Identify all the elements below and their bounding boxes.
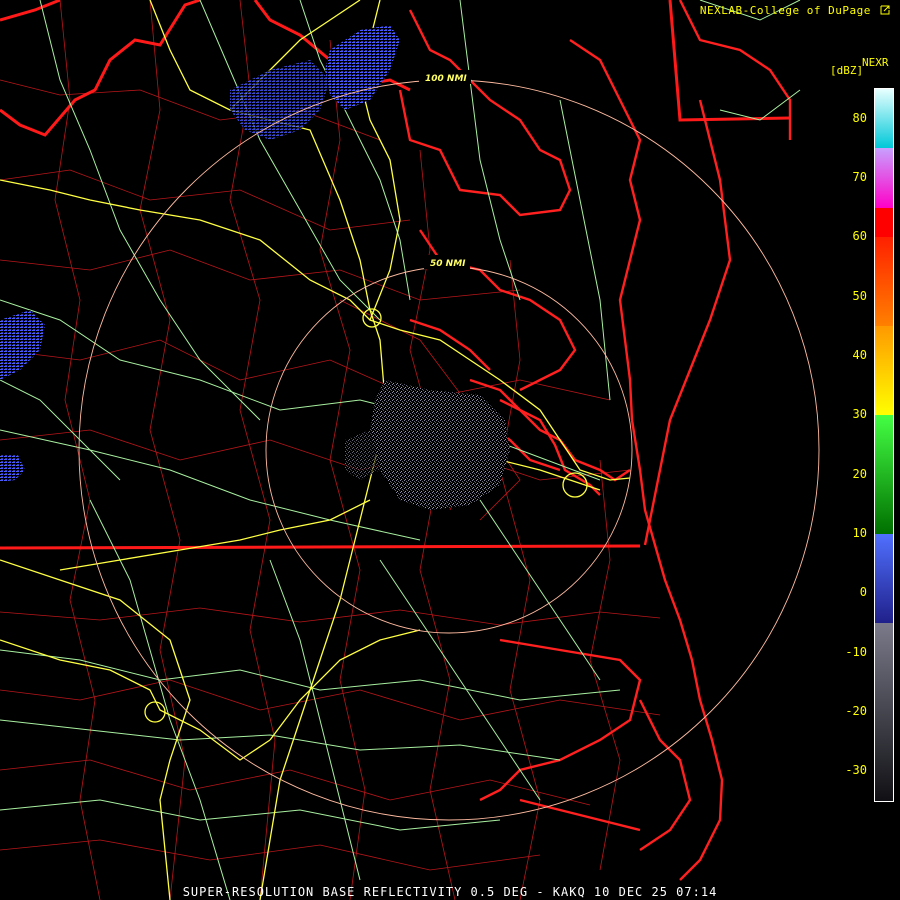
color-scale-segment [875,237,893,327]
echo-area-northwest [230,60,330,140]
credit-text: NEXLAB-College of DuPage [699,4,871,17]
color-scale-segment [875,534,893,623]
color-scale-tick-label: 50 [852,288,867,303]
color-scale-segment [875,326,893,416]
color-scale-tick-label: 60 [852,229,867,244]
color-scale-segment [875,207,893,238]
color-scale-tick-label: -10 [845,644,867,659]
color-scale-tick-label: -30 [845,763,867,778]
legend-product: NEXR [862,56,889,69]
color-scale-segment [875,89,893,149]
range-ring-100-label: 100 NMI [425,74,467,84]
external-link-icon [880,5,890,15]
color-scale-segment [875,415,893,534]
echo-area-west-small [0,455,25,482]
color-scale-tick-label: 10 [852,526,867,540]
product-caption: SUPER-RESOLUTION BASE REFLECTIVITY 0.5 D… [182,885,718,899]
color-scale-bar [874,88,894,802]
range-ring-50-label: 50 NMI [430,259,466,269]
radar-map: 50 NMI 100 NMI [0,0,820,900]
radar-viewer: 50 NMI 100 NMI NEXLAB-College of DuPage … [0,0,900,900]
color-scale-segment [875,623,893,801]
color-scale-tick-label: 40 [852,348,867,362]
color-scale-segment [875,148,893,208]
color-scale-tick-label: 70 [852,170,867,184]
credit-link[interactable]: NEXLAB-College of DuPage [700,4,890,17]
echo-area-west [0,310,45,380]
ground-clutter [370,380,510,510]
color-scale-tick-label: 0 [859,585,867,600]
color-scale-tick-label: -20 [845,704,867,718]
color-scale-tick-label: 80 [852,110,867,125]
county-borders [0,0,661,900]
color-scale-tick-label: 30 [852,407,867,422]
legend-unit: [dBZ] [830,64,864,77]
color-scale-tick-label: 20 [852,466,867,481]
